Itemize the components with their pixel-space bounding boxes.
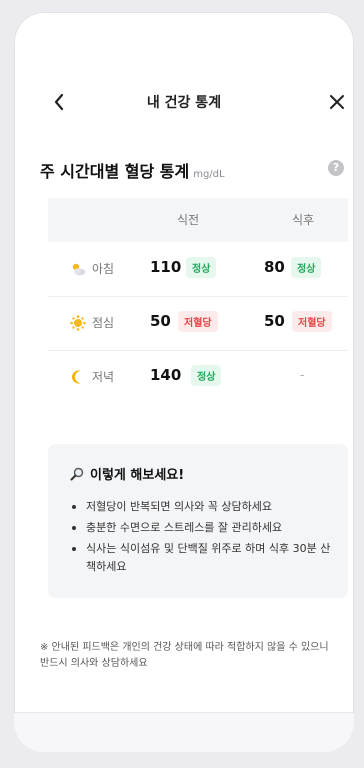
status-badge: 저혈당 [178,311,218,332]
footer-area [14,713,354,752]
after-meal-value: 80 [264,258,285,276]
column-header-before-meal: 식전 [176,213,200,227]
before-meal-value: 140 [150,366,182,384]
unit-label: mg/dL [193,169,225,180]
tips-title-text: 이렇게 해보세요! [90,468,185,483]
list-item: 충분한 수면으로 스트레스를 잘 관리하세요 [70,519,336,537]
tips-list: 저혈당이 반복되면 의사와 꼭 상담하세요 충분한 수면으로 스트레스를 잘 관… [70,498,336,579]
status-badge: 정상 [291,257,322,278]
help-icon[interactable]: ? [328,160,344,176]
magnifier-icon [70,467,84,480]
row-label: 점심 [92,316,115,330]
list-item: 저혈당이 반복되면 의사와 꼭 상담하세요 [70,498,336,516]
before-meal-value: 110 [150,258,182,276]
tips-box: 이렇게 해보세요! 저혈당이 반복되면 의사와 꼭 상담하세요 충분한 수면으로… [48,444,348,598]
close-button[interactable] [322,86,352,118]
status-badge: 정상 [191,365,222,386]
row-label: 아침 [92,262,115,276]
row-label: 저녁 [92,370,115,384]
status-badge: 정상 [186,257,217,278]
table-row-dinner: 저녁 140 정상 - [48,350,348,404]
column-header-after-meal: 식후 [291,213,315,227]
header: 내 건강 통계 [14,86,354,118]
disclaimer-note: ※ 안내된 피드백은 개인의 건강 상태에 따라 적합하지 않을 수 있으니 반… [40,642,329,669]
tips-title: 이렇게 해보세요! [70,464,184,483]
phone-screen: 내 건강 통계 주 시간대별 혈당 통계 mg/dL ? 식전 식후 아침 110… [14,12,354,752]
before-meal-value: 50 [150,312,171,330]
list-item: 식사는 식이섬유 및 단백질 위주로 하며 식후 30분 산책하세요 [70,540,336,576]
section-title-text: 주 시간대별 혈당 통계 [40,162,190,181]
after-meal-value: - [300,368,305,382]
table-header: 식전 식후 [48,198,348,242]
close-icon [330,95,344,109]
sun-icon [70,315,86,331]
status-badge: 저혈당 [292,311,332,332]
after-meal-value: 50 [264,312,285,330]
partly-sunny-icon [72,263,86,276]
section-title: 주 시간대별 혈당 통계 mg/dL [40,158,225,182]
moon-icon [72,370,81,384]
table-row-lunch: 점심 50 저혈당 50 저혈당 [48,296,348,351]
page-title: 내 건강 통계 [146,95,222,111]
table-row-morning: 아침 110 정상 80 정상 [48,242,348,297]
